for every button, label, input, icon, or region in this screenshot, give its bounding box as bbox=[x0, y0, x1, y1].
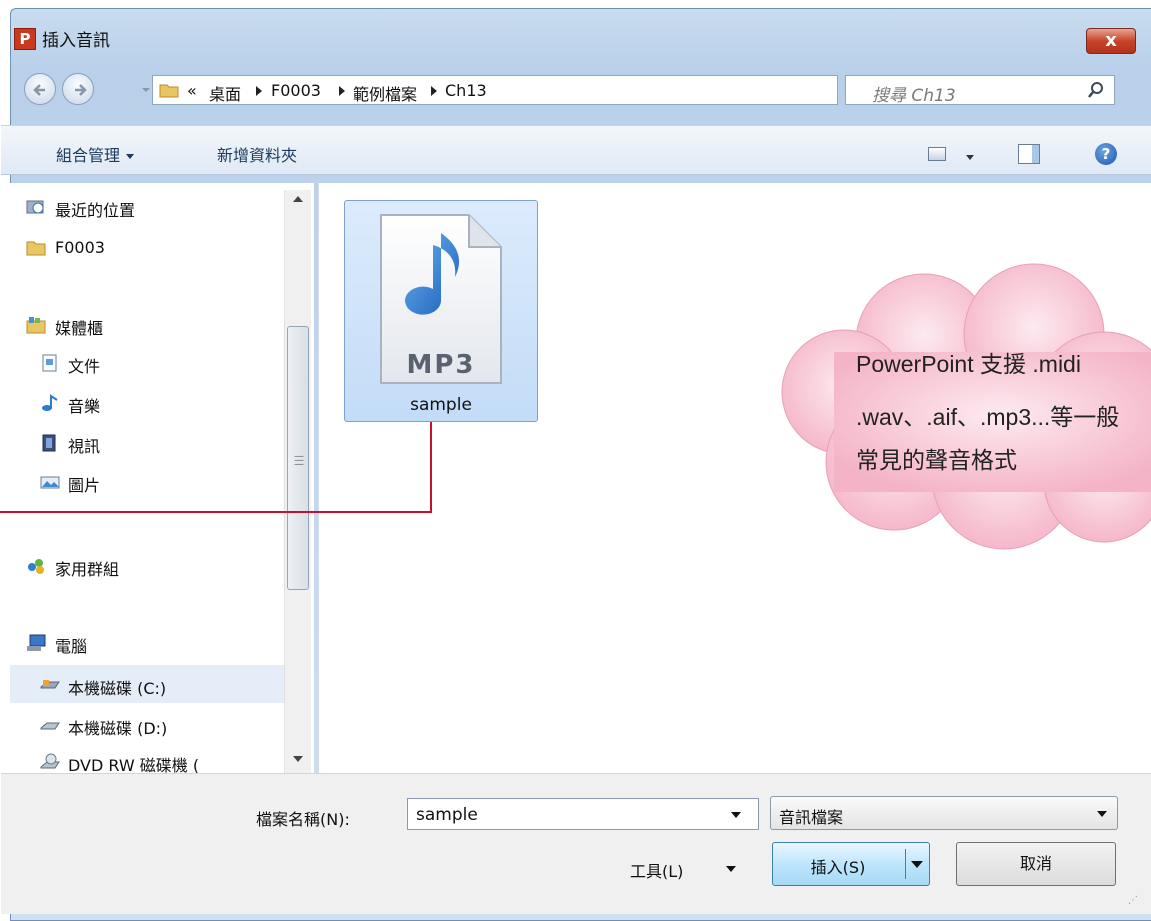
nav-item-drive-c[interactable]: 本機磁碟 (C:) bbox=[68, 675, 166, 699]
chevron-down-icon[interactable] bbox=[731, 812, 741, 818]
file-item-sample[interactable]: MP3 sample bbox=[344, 200, 538, 422]
recent-pages-dropdown[interactable] bbox=[140, 84, 152, 96]
pictures-icon bbox=[40, 476, 60, 489]
cancel-button[interactable]: 取消 bbox=[956, 842, 1116, 886]
tools-menu[interactable]: 工具(L) bbox=[630, 858, 683, 882]
forward-button[interactable] bbox=[62, 73, 94, 105]
back-arrow-icon bbox=[33, 84, 45, 96]
computer-icon bbox=[27, 634, 46, 651]
address-bar[interactable]: « 桌面 F0003 範例檔案 Ch13 ⇆ bbox=[152, 75, 972, 105]
back-button[interactable] bbox=[24, 73, 56, 105]
nav-item-drive-d[interactable]: 本機磁碟 (D:) bbox=[68, 715, 167, 739]
command-toolbar bbox=[1, 125, 1151, 175]
dvd-drive-icon bbox=[40, 753, 60, 769]
folder-icon bbox=[26, 241, 46, 256]
file-badge-mp3: MP3 bbox=[406, 350, 475, 380]
chevron-down-icon[interactable] bbox=[726, 866, 736, 872]
dialog-title: 插入音訊 bbox=[42, 31, 110, 51]
breadcrumb-arrow-icon[interactable] bbox=[431, 86, 437, 96]
breadcrumb-f0003[interactable]: F0003 bbox=[271, 81, 321, 100]
breadcrumb-examples[interactable]: 範例檔案 bbox=[353, 81, 417, 105]
filename-input[interactable]: sample bbox=[407, 798, 759, 830]
breadcrumb-arrow-icon[interactable] bbox=[256, 86, 262, 96]
split-divider bbox=[905, 849, 906, 879]
nav-item-f0003[interactable]: F0003 bbox=[55, 238, 105, 257]
powerpoint-app-icon: P bbox=[14, 28, 36, 50]
nav-item-recent-places[interactable]: 最近的位置 bbox=[55, 197, 135, 221]
resize-grip-icon[interactable]: ⋰ bbox=[1128, 895, 1138, 906]
videos-icon bbox=[42, 434, 56, 452]
music-icon bbox=[42, 394, 58, 411]
nav-item-pictures[interactable]: 圖片 bbox=[68, 472, 100, 496]
nav-pane-scrollbar[interactable]: — — — bbox=[284, 190, 311, 773]
nav-item-homegroup[interactable]: 家用群組 bbox=[55, 556, 119, 580]
organize-menu[interactable]: 組合管理 bbox=[56, 142, 135, 166]
filename-label: 檔案名稱(N): bbox=[256, 810, 350, 829]
insert-options-dropdown[interactable] bbox=[911, 861, 923, 868]
nav-item-computer[interactable]: 電腦 bbox=[55, 633, 87, 657]
filename-value: sample bbox=[416, 805, 478, 825]
chevron-down-icon bbox=[126, 154, 135, 159]
breadcrumb-overflow[interactable]: « bbox=[187, 81, 197, 100]
scroll-thumb[interactable]: — — — bbox=[287, 326, 309, 590]
callout-text-line-3: 常見的聲音格式 bbox=[856, 447, 1017, 473]
file-name-label: sample bbox=[410, 395, 472, 415]
chevron-down-icon bbox=[1097, 811, 1107, 817]
drive-d-icon bbox=[40, 722, 60, 730]
homegroup-icon bbox=[28, 559, 44, 574]
breadcrumb-arrow-icon[interactable] bbox=[339, 86, 345, 96]
preview-pane-icon[interactable] bbox=[1018, 144, 1040, 164]
organize-label: 組合管理 bbox=[56, 146, 121, 165]
insert-button[interactable]: 插入(S) bbox=[772, 842, 930, 886]
nav-item-music[interactable]: 音樂 bbox=[68, 393, 100, 417]
search-placeholder: 搜尋 Ch13 bbox=[872, 86, 956, 106]
search-icon[interactable] bbox=[1087, 81, 1105, 99]
insert-button-label: 插入(S) bbox=[810, 858, 866, 877]
nav-item-libraries[interactable]: 媒體櫃 bbox=[55, 315, 103, 339]
change-view-icon[interactable] bbox=[928, 147, 946, 161]
grip-icon: — — — bbox=[294, 451, 304, 470]
new-folder-button[interactable]: 新增資料夾 bbox=[217, 142, 297, 166]
nav-item-videos[interactable]: 視訊 bbox=[68, 433, 100, 457]
breadcrumb-ch13[interactable]: Ch13 bbox=[445, 81, 487, 100]
search-box[interactable]: 搜尋 Ch13 bbox=[845, 75, 1115, 106]
nav-item-documents[interactable]: 文件 bbox=[68, 353, 100, 377]
filetype-value: 音訊檔案 bbox=[779, 808, 844, 827]
forward-arrow-icon bbox=[75, 84, 87, 96]
callout-text-line-1: PowerPoint 支援 .midi bbox=[856, 351, 1081, 377]
help-icon[interactable]: ? bbox=[1095, 143, 1117, 165]
scroll-up-arrow-icon[interactable] bbox=[293, 196, 303, 202]
folder-icon bbox=[159, 84, 179, 98]
breadcrumb-desktop[interactable]: 桌面 bbox=[209, 81, 241, 105]
documents-icon bbox=[42, 354, 57, 372]
callout-text-line-2: .wav、.aif、.mp3...等一般 bbox=[856, 404, 1120, 430]
filetype-select[interactable]: 音訊檔案 bbox=[770, 796, 1118, 830]
view-options-dropdown[interactable] bbox=[966, 155, 974, 160]
mp3-file-icon: MP3 bbox=[380, 214, 502, 384]
libraries-icon bbox=[26, 317, 46, 334]
recent-places-icon bbox=[26, 200, 44, 214]
close-button[interactable]: x bbox=[1086, 28, 1136, 54]
drive-c-icon bbox=[40, 680, 60, 689]
scroll-down-arrow-icon[interactable] bbox=[293, 756, 303, 762]
